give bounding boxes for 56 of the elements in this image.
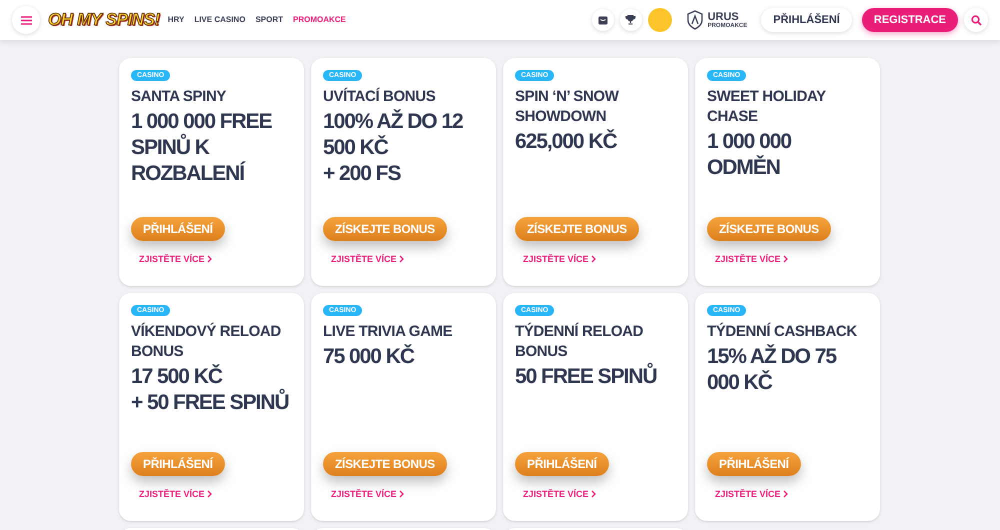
search-icon xyxy=(970,14,982,26)
learn-more-link[interactable]: ZJISTĚTE VÍCE xyxy=(715,488,788,501)
promo-value: 75 000 KČ xyxy=(323,344,416,370)
learn-more-link[interactable]: ZJISTĚTE VÍCE xyxy=(331,252,404,266)
promo-title: VÍKENDOVÝ RELOAD BONUS xyxy=(131,322,282,362)
promo-title: SANTA SPINY xyxy=(131,87,228,107)
promo-action-button[interactable]: PŘIHLÁŠENÍ xyxy=(131,216,225,240)
promo-action-button[interactable]: PŘIHLÁŠENÍ xyxy=(515,452,609,476)
nav-link[interactable]: PROMOAKCE xyxy=(293,14,346,26)
promo-action-button[interactable]: ZÍSKEJTE BONUS xyxy=(323,216,447,240)
promo-title: TÝDENNÍ RELOAD BONUS xyxy=(515,322,644,362)
chevron-right-icon xyxy=(782,255,788,264)
learn-more-link[interactable]: ZJISTĚTE VÍCE xyxy=(715,252,788,266)
menu-icon xyxy=(20,16,32,24)
search-button[interactable] xyxy=(964,8,988,32)
promo-action-button[interactable]: ZÍSKEJTE BONUS xyxy=(515,216,639,240)
promo-action-button[interactable]: ZÍSKEJTE BONUS xyxy=(707,216,831,240)
nav-link[interactable]: SPORT xyxy=(255,14,283,26)
nav-link[interactable]: HRY xyxy=(168,14,184,26)
account-name: URUS xyxy=(708,12,740,22)
promo-action-button[interactable]: PŘIHLÁŠENÍ xyxy=(707,452,801,476)
chevron-right-icon xyxy=(206,255,212,264)
promo-value: 50 FREE SPINŮ xyxy=(515,364,676,390)
learn-more-link[interactable]: ZJISTĚTE VÍCE xyxy=(331,488,404,501)
promo-value: 625,000 KČ xyxy=(515,129,618,155)
promo-value: 100% AŽ DO 12 500 KČ + 200 FS xyxy=(323,109,464,187)
learn-more-link[interactable]: ZJISTĚTE VÍCE xyxy=(139,252,212,266)
shield-icon xyxy=(686,10,704,30)
learn-more-link[interactable]: ZJISTĚTE VÍCE xyxy=(523,488,596,501)
chevron-right-icon xyxy=(398,490,404,498)
promo-title: SWEET HOLIDAY CHASE xyxy=(707,87,827,127)
inbox-button[interactable] xyxy=(592,9,614,31)
trophy-icon xyxy=(625,15,636,25)
chevron-right-icon xyxy=(782,490,788,498)
menu-button[interactable] xyxy=(12,6,40,34)
chevron-right-icon xyxy=(590,490,596,498)
promo-value: 15% AŽ DO 75 000 KČ xyxy=(707,344,838,396)
learn-more-link[interactable]: ZJISTĚTE VÍCE xyxy=(139,488,212,501)
trophy-button[interactable] xyxy=(620,9,642,31)
chevron-right-icon xyxy=(398,255,404,264)
login-button[interactable]: PŘIHLÁŠENÍ xyxy=(761,8,852,32)
promo-title: UVÍTACÍ BONUS xyxy=(323,87,436,107)
promo-value: 1 000 000 ODMĚN xyxy=(707,129,792,181)
promo-title: SPIN ‘N’ SNOW SHOWDOWN xyxy=(515,87,620,127)
promo-action-button[interactable]: PŘIHLÁŠENÍ xyxy=(131,452,225,476)
chevron-right-icon xyxy=(590,255,596,264)
promo-title: TÝDENNÍ CASHBACK xyxy=(707,322,858,342)
chevron-right-icon xyxy=(206,490,212,498)
promo-title: LIVE TRIVIA GAME xyxy=(323,322,454,342)
promo-value: 17 500 KČ + 50 FREE SPINŮ xyxy=(131,364,290,416)
promo-value: 1 000 000 FREE SPINŮ K ROZBALENÍ xyxy=(131,109,273,187)
nav-link[interactable]: LIVE CASINO xyxy=(194,14,246,26)
register-button[interactable]: REGISTRACE xyxy=(862,8,958,32)
promo-action-button[interactable]: ZÍSKEJTE BONUS xyxy=(323,452,447,476)
learn-more-link[interactable]: ZJISTĚTE VÍCE xyxy=(523,252,596,266)
inbox-icon xyxy=(598,16,608,24)
